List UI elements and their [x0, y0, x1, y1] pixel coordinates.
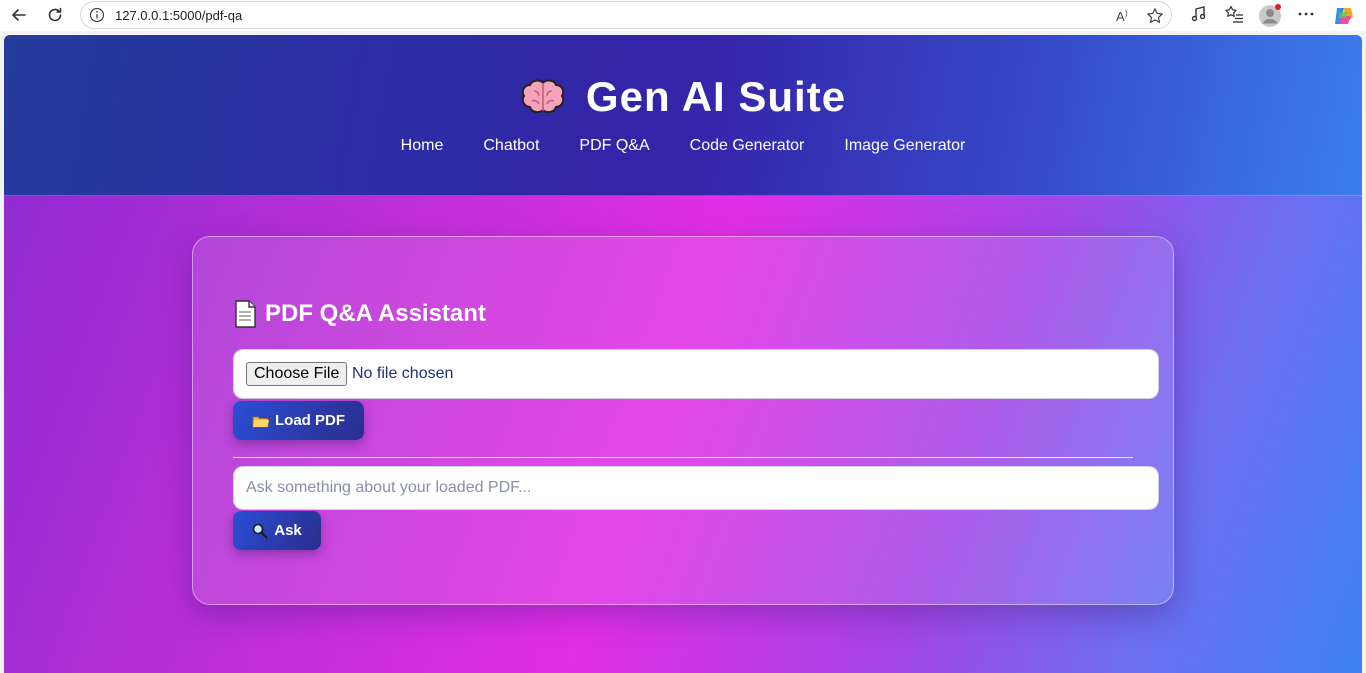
divider: [233, 457, 1133, 458]
browser-toolbar: 127.0.0.1:5000/pdf-qa A): [0, 0, 1366, 31]
refresh-button[interactable]: [43, 3, 67, 27]
question-input[interactable]: [233, 466, 1159, 510]
profile-avatar[interactable]: [1258, 4, 1282, 28]
ask-button[interactable]: Ask: [233, 511, 321, 550]
read-aloud-icon[interactable]: A): [1115, 7, 1133, 25]
brain-icon: [521, 79, 565, 114]
load-pdf-button[interactable]: Load PDF: [233, 401, 364, 440]
load-pdf-label: Load PDF: [275, 412, 345, 429]
brand: Gen AI Suite: [4, 73, 1362, 127]
pdf-qa-card: PDF Q&A Assistant Choose File No file ch…: [192, 236, 1174, 605]
magnifier-icon: [252, 523, 268, 539]
ask-label: Ask: [274, 522, 302, 539]
file-input[interactable]: Choose File No file chosen: [233, 349, 1159, 399]
page-viewport: Gen AI Suite Home Chatbot PDF Q&A Code G…: [4, 35, 1362, 673]
back-arrow-icon: [12, 9, 26, 21]
nav-image-generator[interactable]: Image Generator: [844, 137, 965, 155]
refresh-icon: [48, 7, 62, 22]
address-bar[interactable]: 127.0.0.1:5000/pdf-qa A): [80, 1, 1172, 29]
nav-pdf-qa[interactable]: PDF Q&A: [579, 137, 649, 155]
more-menu-icon[interactable]: [1296, 4, 1316, 24]
profile-icon: [1259, 4, 1281, 27]
favorites-list-icon[interactable]: [1224, 4, 1244, 24]
svg-text:A: A: [1116, 9, 1125, 24]
copilot-icon[interactable]: [1332, 4, 1356, 28]
url-text[interactable]: 127.0.0.1:5000/pdf-qa: [115, 8, 242, 23]
file-status: No file chosen: [352, 365, 454, 382]
site-header: Gen AI Suite Home Chatbot PDF Q&A Code G…: [4, 35, 1362, 196]
card-title: PDF Q&A Assistant: [233, 300, 486, 328]
document-icon: [235, 300, 256, 328]
svg-text:): ): [1125, 9, 1128, 18]
site-title: Gen AI Suite: [585, 73, 847, 120]
favorite-star-icon[interactable]: [1146, 7, 1164, 25]
site-info-icon[interactable]: [89, 7, 105, 23]
folder-icon: [252, 416, 269, 427]
main-nav: Home Chatbot PDF Q&A Code Generator Imag…: [4, 137, 1362, 155]
card-title-text: PDF Q&A Assistant: [265, 300, 486, 327]
music-icon[interactable]: [1189, 4, 1209, 24]
nav-home[interactable]: Home: [401, 137, 444, 155]
choose-file-button[interactable]: Choose File: [246, 362, 348, 386]
back-button[interactable]: [7, 3, 31, 27]
nav-code-generator[interactable]: Code Generator: [690, 137, 805, 155]
nav-chatbot[interactable]: Chatbot: [483, 137, 539, 155]
